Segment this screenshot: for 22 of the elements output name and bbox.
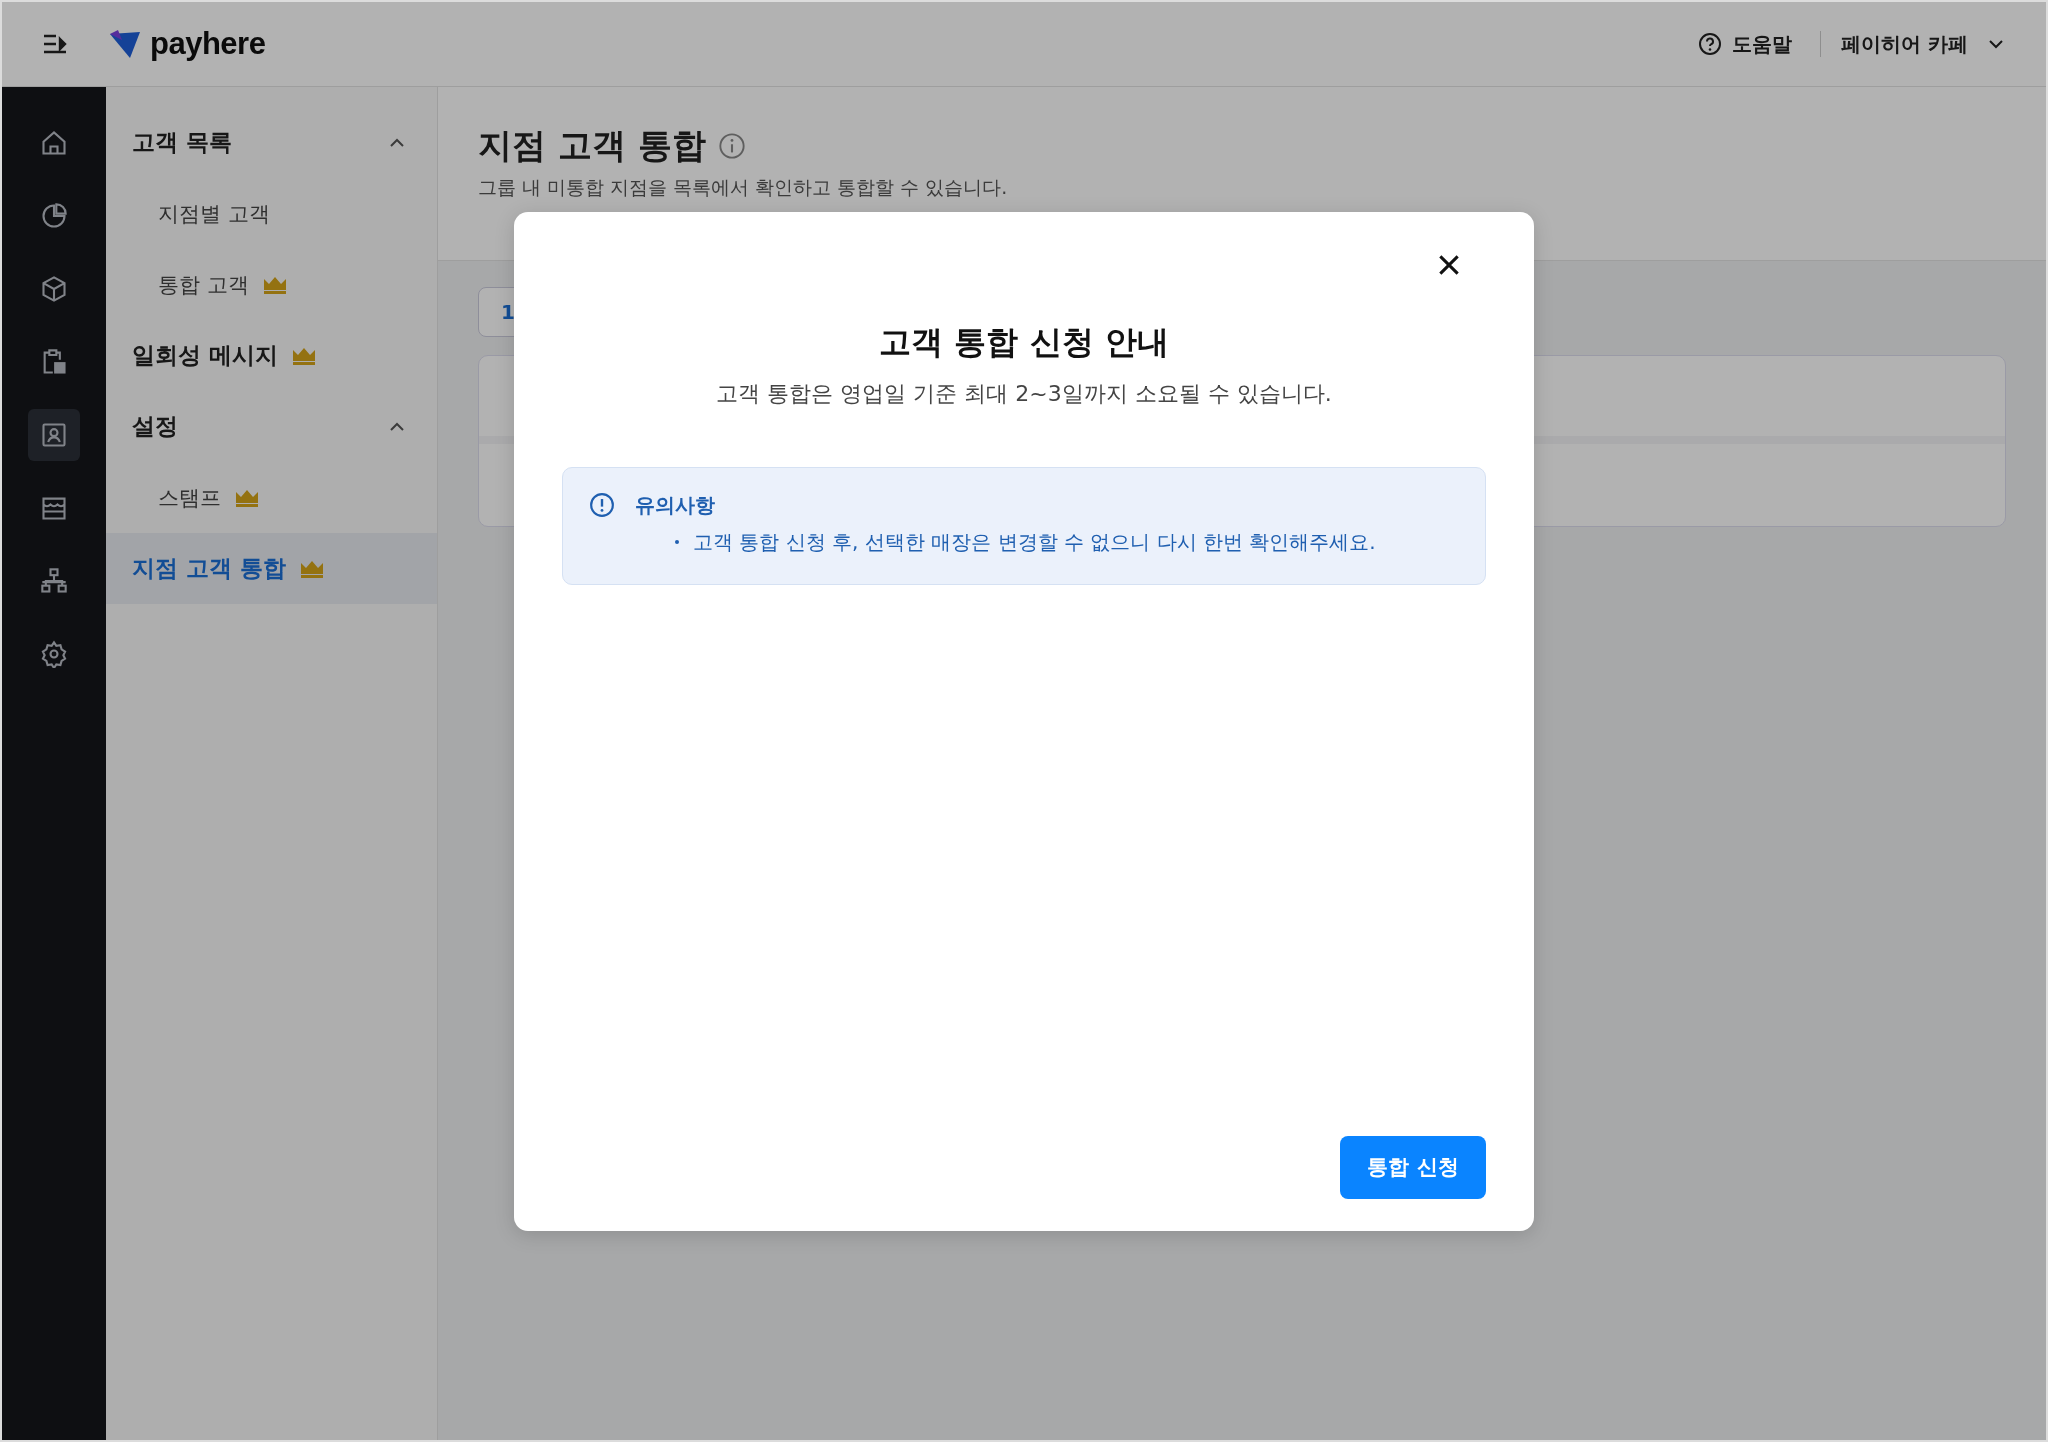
modal-description: 고객 통합은 영업일 기준 최대 2~3일까지 소요될 수 있습니다. (715, 379, 1333, 408)
sidebar-item[interactable]: 고객 목록 (106, 107, 437, 178)
alert-icon (589, 492, 615, 518)
bullet-icon (675, 540, 679, 544)
contact-nav-icon[interactable] (28, 409, 80, 461)
info-icon[interactable] (717, 132, 746, 160)
brand-name: payhere (150, 26, 266, 62)
help-link[interactable]: 도움말 (1732, 30, 1793, 58)
sidebar-subitem[interactable]: 통합 고객 (106, 249, 437, 320)
sidebar-subitem[interactable]: 지점별 고객 (106, 178, 437, 249)
store-name[interactable]: 페이히어 카페 (1841, 30, 1968, 58)
notice-title: 유의사항 (635, 491, 715, 519)
logo-icon (110, 30, 140, 58)
help-icon[interactable] (1698, 32, 1723, 56)
page-title: 지점 고객 통합 (478, 124, 706, 167)
sidebar-subitem[interactable]: 스탬프 (106, 462, 437, 533)
sidebar-item[interactable]: 일회성 메시지 (106, 320, 437, 391)
modal-title: 고객 통합 신청 안내 (878, 321, 1170, 363)
submit-button[interactable]: 통합 신청 (1340, 1135, 1486, 1199)
sidebar-item[interactable]: 설정 (106, 391, 437, 462)
page-subtitle: 그룹 내 미통합 지점을 목록에서 확인하고 통합할 수 있습니다. (478, 175, 1009, 200)
notice-text: 고객 통합 신청 후, 선택한 매장은 변경할 수 없으니 다시 한번 확인해주세요. (693, 528, 1376, 556)
